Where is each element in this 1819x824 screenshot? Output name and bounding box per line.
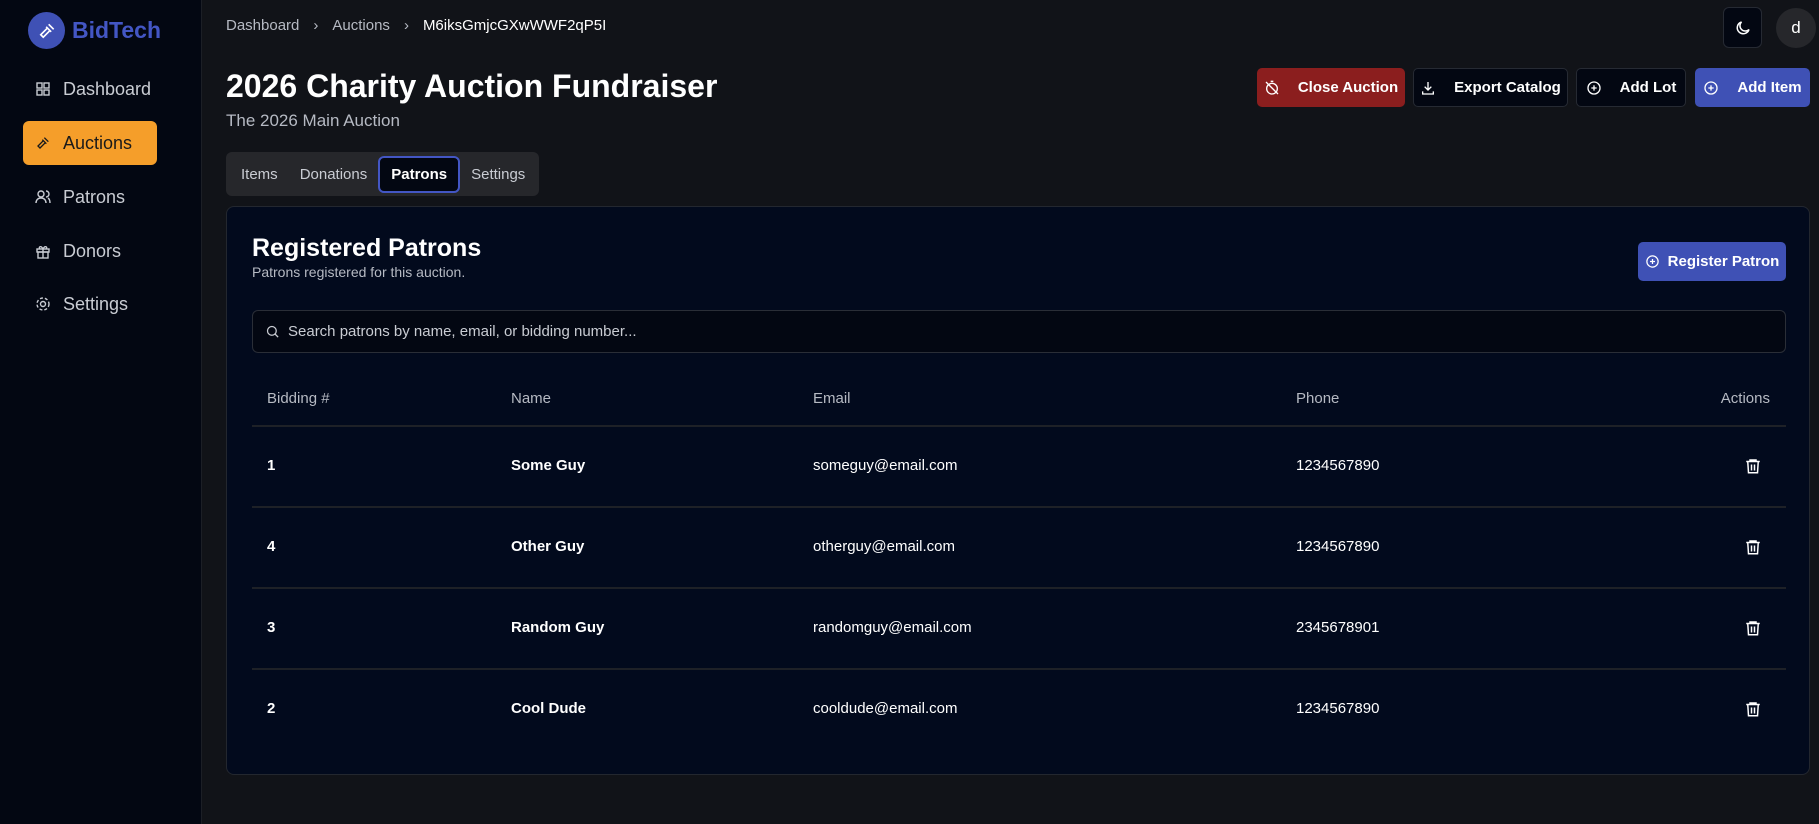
table-row: 2 Cool Dude cooldude@email.com 123456789… (252, 668, 1786, 749)
breadcrumb-dashboard[interactable]: Dashboard (226, 17, 299, 34)
close-auction-label: Close Auction (1297, 79, 1399, 96)
patron-phone: 1234567890 (1296, 457, 1380, 474)
plus-circle-icon (1645, 255, 1659, 268)
table-row: 4 Other Guy otherguy@email.com 123456789… (252, 506, 1786, 587)
register-patron-label: Register Patron (1667, 253, 1780, 270)
tab-bar: Items Donations Patrons Settings (226, 152, 539, 196)
patron-name: Random Guy (511, 619, 605, 636)
gavel-logo-icon (28, 12, 65, 49)
search-icon (266, 325, 279, 338)
column-header-actions: Actions (1720, 390, 1770, 407)
gift-icon (36, 246, 50, 259)
trash-icon[interactable] (1744, 538, 1762, 556)
patron-name: Cool Dude (511, 700, 586, 717)
column-header-phone: Phone (1296, 390, 1340, 407)
column-header-email: Email (813, 390, 851, 407)
bidding-number: 2 (267, 700, 276, 717)
patron-email: cooldude@email.com (813, 700, 958, 717)
export-catalog-button[interactable]: Export Catalog (1413, 68, 1568, 107)
avatar-initial: d (1791, 18, 1801, 37)
sidebar-item-auctions[interactable]: Auctions (23, 121, 157, 165)
patron-name: Other Guy (511, 538, 585, 555)
chevron-right-icon: › (313, 17, 319, 34)
gear-icon (36, 297, 50, 311)
plus-circle-icon (1587, 80, 1601, 95)
register-patron-button[interactable]: Register Patron (1638, 242, 1786, 281)
close-auction-button[interactable]: Close Auction (1257, 68, 1405, 107)
table-row: 1 Some Guy someguy@email.com 1234567890 (252, 425, 1786, 506)
tab-items[interactable]: Items (230, 158, 289, 191)
trash-icon[interactable] (1744, 700, 1762, 718)
patron-email: otherguy@email.com (813, 538, 955, 555)
column-header-name: Name (511, 390, 552, 407)
sidebar-item-label: Settings (63, 293, 129, 314)
gavel-icon (37, 137, 49, 149)
download-icon (1422, 81, 1435, 95)
card-subtitle: Patrons registered for this auction. (252, 264, 466, 280)
sidebar-item-dashboard[interactable]: Dashboard (23, 67, 157, 111)
column-header-bidding: Bidding # (267, 390, 330, 407)
sidebar-item-label: Donors (63, 240, 122, 261)
trash-icon[interactable] (1744, 457, 1762, 475)
add-item-button[interactable]: Add Item (1695, 68, 1810, 107)
card-title: Registered Patrons (252, 234, 482, 262)
sidebar-item-donors[interactable]: Donors (23, 229, 157, 273)
tab-settings[interactable]: Settings (460, 158, 536, 191)
moon-icon (1736, 20, 1750, 34)
add-lot-label: Add Lot (1619, 79, 1677, 96)
theme-toggle-button[interactable] (1723, 7, 1762, 48)
plus-circle-icon (1704, 80, 1719, 95)
patron-name: Some Guy (511, 457, 586, 474)
sidebar-item-label: Auctions (63, 132, 133, 153)
sidebar-item-settings[interactable]: Settings (23, 282, 157, 326)
page-subtitle: The 2026 Main Auction (226, 111, 400, 130)
grid-icon (36, 82, 50, 96)
patron-phone: 2345678901 (1296, 619, 1380, 636)
table-row: 3 Random Guy randomguy@email.com 2345678… (252, 587, 1786, 668)
patrons-card: Registered Patrons Patrons registered fo… (226, 206, 1810, 775)
users-icon (35, 190, 51, 204)
bidding-number: 4 (267, 538, 276, 555)
trash-icon[interactable] (1744, 619, 1762, 637)
breadcrumb-auctions[interactable]: Auctions (332, 17, 390, 34)
patron-email: someguy@email.com (813, 457, 958, 474)
export-catalog-label: Export Catalog (1454, 79, 1561, 96)
patron-phone: 1234567890 (1296, 700, 1380, 717)
sidebar-item-label: Dashboard (63, 78, 152, 99)
page-title: 2026 Charity Auction Fundraiser (226, 68, 718, 104)
patron-phone: 1234567890 (1296, 538, 1380, 555)
timer-off-icon (1265, 80, 1279, 95)
chevron-right-icon: › (403, 17, 409, 34)
brand-name: BidTech (72, 17, 162, 43)
breadcrumb: Dashboard › Auctions › M6iksGmjcGXwWWF2qP5… (226, 17, 606, 34)
sidebar-item-label: Patrons (63, 186, 126, 207)
bidding-number: 1 (267, 457, 276, 474)
sidebar-item-patrons[interactable]: Patrons (23, 175, 157, 219)
tab-patrons[interactable]: Patrons (378, 155, 461, 193)
add-lot-button[interactable]: Add Lot (1576, 68, 1686, 107)
add-item-label: Add Item (1737, 79, 1802, 96)
search-input[interactable] (288, 323, 1688, 340)
patron-email: randomguy@email.com (813, 619, 972, 636)
bidding-number: 3 (267, 619, 276, 636)
sidebar: BidTech Dashboard Auctions Patrons Donor… (0, 0, 202, 824)
breadcrumb-current: M6iksGmjcGXwWWF2qP5I (422, 17, 607, 34)
avatar[interactable]: d (1776, 8, 1816, 48)
search-box (252, 310, 1786, 353)
tab-donations[interactable]: Donations (289, 158, 379, 191)
